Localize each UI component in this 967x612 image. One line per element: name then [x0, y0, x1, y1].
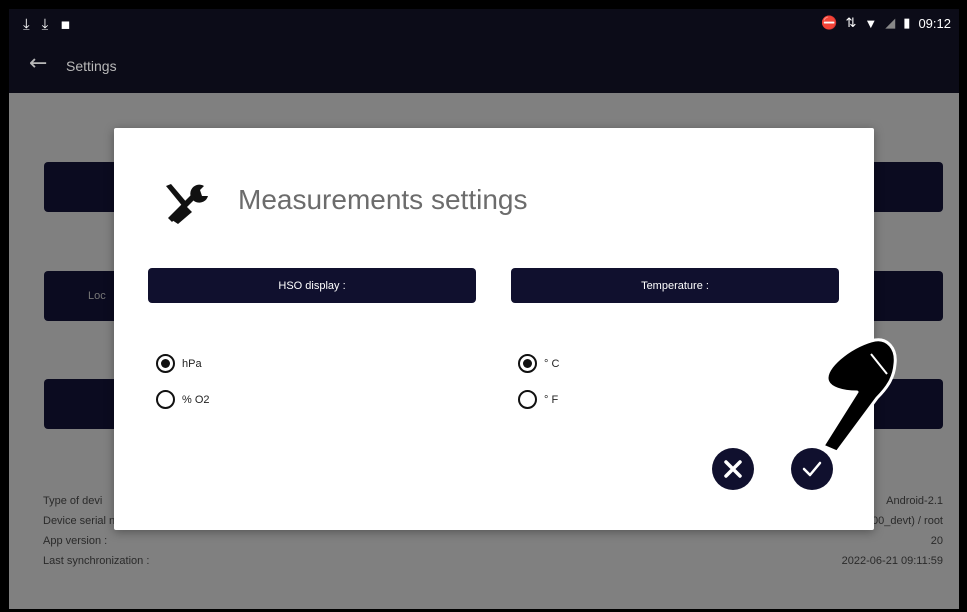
do-not-disturb-icon: ⛔	[821, 15, 838, 30]
clock: 09:12	[918, 15, 951, 31]
download-icon: ⤓	[23, 15, 30, 33]
tools-icon	[166, 184, 208, 224]
radio-celsius[interactable]: ° C	[518, 354, 559, 373]
radio-button[interactable]	[518, 390, 537, 409]
radio-percent-o2[interactable]: % O2	[156, 390, 210, 409]
radio-label: ° C	[544, 357, 560, 370]
temperature-header: Temperature :	[511, 268, 839, 303]
hso-display-header: HSO display :	[148, 268, 476, 303]
download-icon: ⤓	[41, 15, 49, 33]
radio-label: hPa	[182, 357, 202, 370]
data-arrows-icon: ⇅	[845, 15, 857, 30]
radio-label: ° F	[544, 393, 559, 406]
info-value: 20	[930, 535, 943, 547]
info-value: Android-2.1	[886, 495, 943, 507]
page-title: Settings	[66, 58, 117, 74]
status-bar: ⤓ ⤓ ▪ ⛔ ⇅ ▼ ◢ ▮ 09:12	[9, 9, 959, 39]
radio-button-checked[interactable]	[518, 354, 537, 373]
radio-label: % O2	[182, 393, 210, 406]
hand-pointer-icon	[821, 338, 897, 454]
settings-button-label: Loc	[88, 290, 106, 302]
info-value: 2022-06-21 09:11:59	[841, 555, 943, 567]
battery-icon: ▮	[903, 15, 911, 30]
check-icon	[802, 461, 822, 477]
radio-button-checked[interactable]	[156, 354, 175, 373]
close-icon	[724, 460, 742, 478]
cancel-button[interactable]	[712, 448, 754, 490]
radio-fahrenheit[interactable]: ° F	[518, 390, 558, 409]
confirm-button[interactable]	[791, 448, 833, 490]
app-bar: ← Settings	[9, 39, 959, 93]
info-label: Type of devi	[43, 495, 103, 507]
wifi-icon: ▼	[864, 15, 878, 31]
dialog-title: Measurements settings	[238, 184, 528, 215]
info-label: App version :	[43, 535, 108, 547]
info-label: Last synchronization :	[43, 555, 150, 567]
no-signal-icon: ◢	[885, 15, 896, 30]
image-icon: ▪	[60, 15, 71, 33]
device-screen: ⤓ ⤓ ▪ ⛔ ⇅ ▼ ◢ ▮ 09:12 ← Settings Loc Typ…	[9, 9, 959, 609]
back-arrow-icon[interactable]: ←	[29, 51, 47, 76]
radio-hpa[interactable]: hPa	[156, 354, 202, 373]
measurements-settings-dialog: Measurements settings HSO display : Temp…	[114, 128, 874, 530]
radio-button[interactable]	[156, 390, 175, 409]
